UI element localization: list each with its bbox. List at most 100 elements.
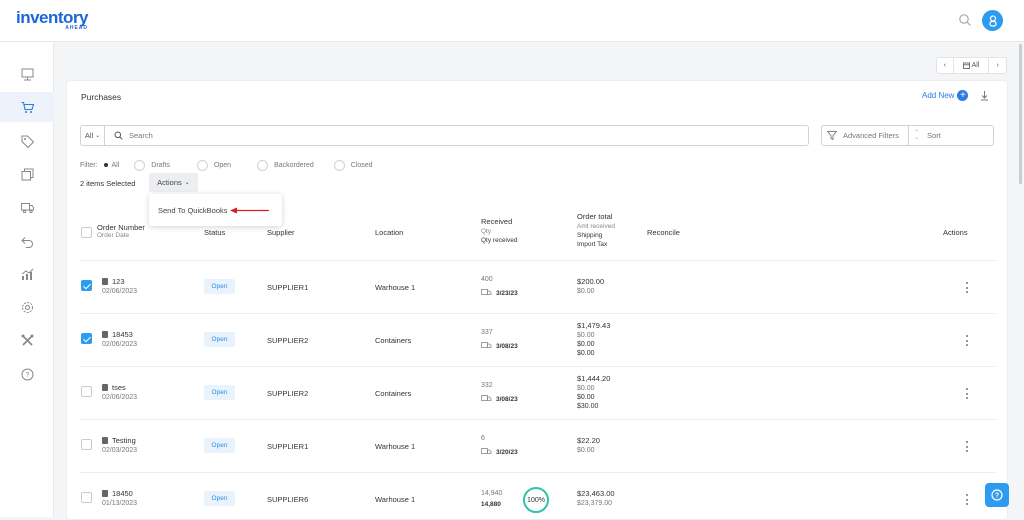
row-checkbox[interactable] bbox=[81, 333, 92, 344]
sort-select[interactable]: ⌃ ⌄ Sort bbox=[909, 125, 994, 146]
prev-button[interactable]: ‹ bbox=[937, 58, 954, 73]
logo[interactable]: inventory AHEAD bbox=[16, 8, 89, 31]
order-number[interactable]: 18450 01/13/2023 bbox=[102, 489, 137, 507]
row-checkbox[interactable] bbox=[81, 439, 92, 450]
search-scope-select[interactable]: All ⌄ bbox=[81, 126, 105, 145]
logo-name: inventory bbox=[16, 8, 89, 27]
filter-radio-closed[interactable] bbox=[333, 159, 345, 171]
amt-received-text: $0.00 bbox=[577, 385, 595, 392]
location-cell: Warhouse 1 bbox=[375, 442, 416, 451]
row-checkbox[interactable] bbox=[81, 492, 92, 503]
filter-radio-open[interactable] bbox=[196, 159, 208, 171]
sidebar-item-returns[interactable] bbox=[0, 226, 54, 256]
selected-count: 2 items Selected bbox=[80, 179, 136, 188]
view-all-button[interactable]: All bbox=[954, 58, 990, 73]
import-tax-text: $0.00 bbox=[577, 350, 595, 357]
filter-icon bbox=[827, 131, 837, 140]
shipping-text: $0.00 bbox=[577, 394, 595, 401]
amt-received-text: $0.00 bbox=[577, 447, 595, 454]
row-checkbox[interactable] bbox=[81, 386, 92, 397]
search-scope-label: All bbox=[84, 131, 94, 140]
amt-received-text: $0.00 bbox=[577, 332, 595, 339]
filter-option-closed: Closed bbox=[350, 161, 373, 169]
received-date: 3/23/23 bbox=[481, 289, 518, 297]
search-bar: All ⌄ Search bbox=[80, 125, 809, 146]
scrollbar[interactable] bbox=[1017, 42, 1024, 517]
cart-icon bbox=[21, 101, 34, 113]
received-date-text: 3/08/23 bbox=[496, 396, 518, 403]
row-menu-icon[interactable] bbox=[964, 441, 970, 452]
amt-received-text: $0.00 bbox=[577, 288, 595, 295]
user-icon bbox=[988, 14, 997, 27]
advanced-filters-button[interactable]: Advanced Filters bbox=[821, 125, 909, 146]
help-button[interactable]: ? bbox=[985, 483, 1009, 507]
avatar[interactable] bbox=[982, 10, 1003, 31]
header-order-number[interactable]: Order Number Order Date bbox=[97, 223, 145, 239]
menu-item-send-to-quickbooks[interactable]: Send To QuickBooks bbox=[158, 206, 228, 215]
received-date-text: 3/08/23 bbox=[496, 343, 518, 350]
header-supplier[interactable]: Supplier bbox=[267, 228, 295, 237]
sidebar-item-dashboard[interactable] bbox=[0, 59, 54, 89]
status-badge: Open bbox=[204, 279, 235, 294]
row-checkbox[interactable] bbox=[81, 280, 92, 291]
shipping-text: $0.00 bbox=[577, 341, 595, 348]
truck-icon bbox=[481, 289, 492, 295]
order-number[interactable]: 123 02/06/2023 bbox=[102, 277, 137, 295]
header-order-number-label: Order Number bbox=[97, 223, 145, 232]
row-menu-icon[interactable] bbox=[964, 282, 970, 293]
plus-icon: + bbox=[957, 90, 969, 101]
sidebar-item-inventory[interactable] bbox=[0, 159, 54, 189]
tools-icon bbox=[21, 334, 33, 346]
purchases-card: Purchases Add New + All ⌄ Search Advance… bbox=[66, 80, 1008, 520]
sidebar-item-help[interactable]: ? bbox=[0, 359, 54, 389]
filter-label: Filter: bbox=[80, 161, 98, 169]
header-order-total[interactable]: Order total Amt received Shipping Import… bbox=[577, 212, 615, 248]
header-reconcile[interactable]: Reconcile bbox=[647, 228, 680, 237]
svg-text:?: ? bbox=[995, 493, 999, 500]
filter-radio-backordered[interactable] bbox=[257, 159, 269, 171]
filter-radio-all[interactable] bbox=[101, 160, 110, 171]
sort-label: Sort bbox=[927, 131, 941, 140]
search-input[interactable]: Search bbox=[129, 131, 153, 140]
sidebar-item-shipping[interactable] bbox=[0, 192, 54, 222]
search-icon[interactable] bbox=[958, 13, 972, 27]
header-status[interactable]: Status bbox=[204, 228, 225, 237]
status-badge: Open bbox=[204, 332, 235, 347]
filter-option-drafts: Drafts bbox=[151, 161, 170, 169]
chevron-down-icon: ⌄ bbox=[184, 180, 190, 186]
sidebar-item-products[interactable] bbox=[0, 126, 54, 156]
copy-icon bbox=[21, 168, 33, 180]
select-all-checkbox[interactable] bbox=[81, 227, 92, 238]
sidebar: ? bbox=[0, 42, 54, 517]
received-qty-total: 14,880 bbox=[481, 501, 501, 508]
actions-button[interactable]: Actions ⌄ bbox=[149, 173, 198, 192]
filter-radio-drafts[interactable] bbox=[134, 159, 146, 171]
supplier-cell: SUPPLIER1 bbox=[267, 442, 309, 451]
sidebar-item-settings[interactable] bbox=[0, 292, 54, 322]
header-location[interactable]: Location bbox=[375, 228, 403, 237]
header-actions: Actions bbox=[943, 228, 968, 237]
download-icon[interactable] bbox=[980, 90, 989, 101]
header-qty-received: Qty received bbox=[481, 237, 518, 244]
order-number[interactable]: Testing 02/03/2023 bbox=[102, 436, 137, 454]
status-badge: Open bbox=[204, 491, 235, 506]
row-divider bbox=[80, 472, 996, 473]
chevron-right-icon: › bbox=[996, 62, 999, 69]
order-total: $200.00 $0.00 bbox=[577, 277, 604, 295]
progress-ring: 100% bbox=[523, 487, 549, 513]
sidebar-item-purchases[interactable] bbox=[0, 92, 54, 122]
sidebar-item-reports[interactable] bbox=[0, 259, 54, 289]
order-number[interactable]: 18453 02/06/2023 bbox=[102, 330, 137, 348]
row-menu-icon[interactable] bbox=[964, 335, 970, 346]
received-date: 3/08/23 bbox=[481, 395, 518, 403]
scrollbar-thumb[interactable] bbox=[1019, 44, 1022, 184]
order-number[interactable]: tses 02/06/2023 bbox=[102, 383, 137, 401]
row-menu-icon[interactable] bbox=[964, 494, 970, 505]
add-new-button[interactable]: Add New + bbox=[922, 90, 969, 101]
sidebar-item-tools[interactable] bbox=[0, 325, 54, 355]
row-menu-icon[interactable] bbox=[964, 388, 970, 399]
document-icon bbox=[102, 437, 108, 444]
next-button[interactable]: › bbox=[989, 58, 1006, 73]
received-date-text: 3/20/23 bbox=[496, 449, 518, 456]
header-received[interactable]: Received Qty Qty received bbox=[481, 217, 518, 244]
